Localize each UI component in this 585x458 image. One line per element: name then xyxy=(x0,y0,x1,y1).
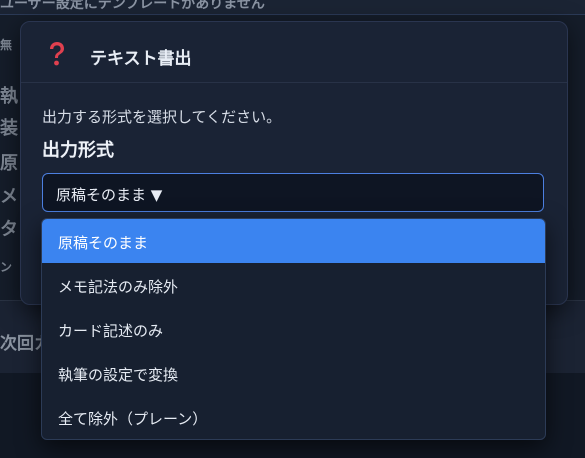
background-header-text: ユーザー設定にテンプレートがありません xyxy=(0,0,265,12)
dialog-message: 出力する形式を選択してください。 xyxy=(42,108,282,126)
background-fragment: タ xyxy=(0,219,18,240)
output-format-dropdown: 原稿そのまま メモ記法のみ除外 カード記述のみ 執筆の設定で変換 全て除外（プレ… xyxy=(41,218,546,440)
output-format-label: 出力形式 xyxy=(42,140,114,161)
background-fragment: 無 xyxy=(0,38,13,52)
output-format-select-value: 原稿そのまま ▼ xyxy=(56,186,163,204)
background-fragment: 執 xyxy=(0,86,18,107)
background-header: ユーザー設定にテンプレートがありません xyxy=(0,0,585,15)
background-fragment: ン xyxy=(0,260,13,274)
output-format-select[interactable]: 原稿そのまま ▼ xyxy=(42,173,544,212)
dialog-title: テキスト書出 xyxy=(90,49,192,69)
format-option-label: メモ記法のみ除外 xyxy=(58,278,179,296)
format-option-label: カード記述のみ xyxy=(58,322,164,340)
format-option-plain[interactable]: 全て除外（プレーン） xyxy=(42,395,545,439)
format-option-exclude-memo[interactable]: メモ記法のみ除外 xyxy=(42,263,545,307)
format-option-convert-by-settings[interactable]: 執筆の設定で変換 xyxy=(42,351,545,395)
format-option-label: 原稿そのまま xyxy=(58,234,149,252)
format-option-label: 執筆の設定で変換 xyxy=(58,366,179,384)
format-option-original[interactable]: 原稿そのまま xyxy=(42,219,545,263)
format-option-label: 全て除外（プレーン） xyxy=(58,410,208,428)
question-icon xyxy=(50,42,64,66)
background-fragment: 原 xyxy=(0,153,18,174)
format-option-card-only[interactable]: カード記述のみ xyxy=(42,307,545,351)
background-fragment: メ xyxy=(0,186,18,207)
background-fragment: 装 xyxy=(0,118,18,139)
dialog-header: テキスト書出 xyxy=(21,22,567,83)
